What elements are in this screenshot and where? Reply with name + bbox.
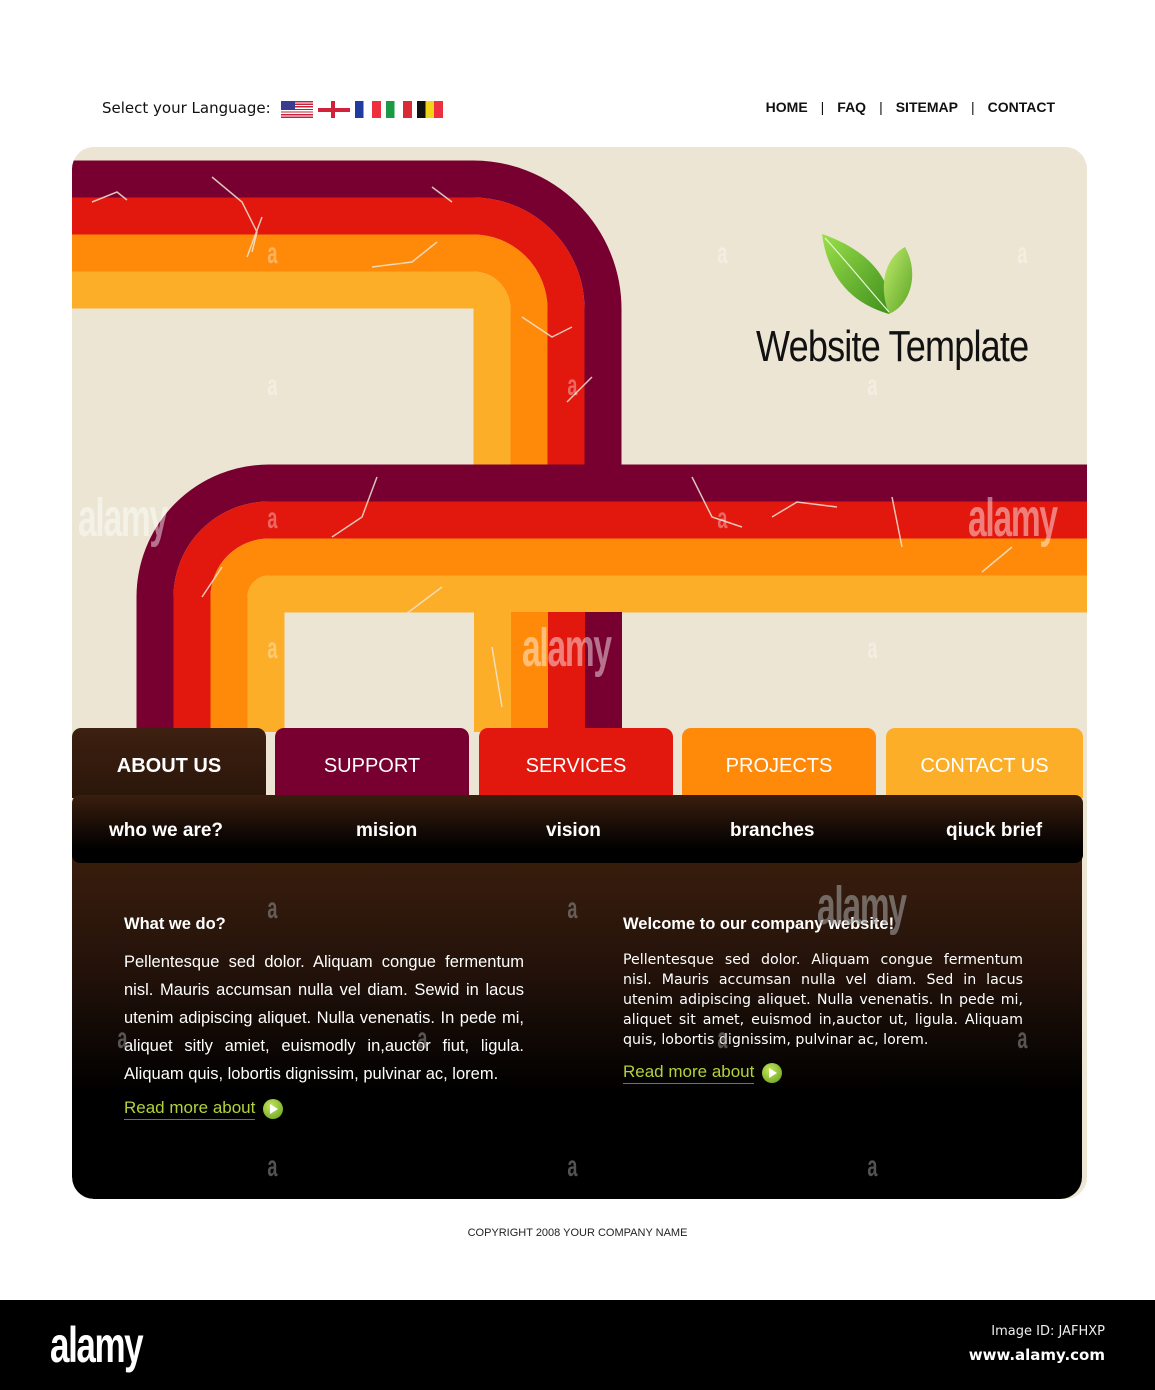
copyright-text: COPYRIGHT 2008 YOUR COMPANY NAME (467, 1227, 688, 1239)
retro-stripes-artwork (72, 160, 1087, 732)
main-panel: Website Template ABOUT US SUPPORT SERVIC… (72, 147, 1087, 1199)
tab-services[interactable]: SERVICES (479, 728, 673, 798)
top-navigation: HOME | FAQ | SITEMAP | CONTACT (766, 99, 1055, 115)
belgium-flag-icon[interactable] (417, 101, 443, 118)
read-more-link[interactable]: Read more about (623, 1062, 783, 1084)
nav-separator: | (970, 99, 975, 115)
subnav-vision[interactable]: vision (546, 820, 601, 842)
subnav-branches[interactable]: branches (730, 820, 814, 842)
us-flag-icon[interactable] (281, 101, 313, 118)
nav-sitemap-link[interactable]: SITEMAP (896, 99, 958, 115)
france-flag-icon[interactable] (355, 101, 381, 118)
read-more-link[interactable]: Read more about (124, 1098, 284, 1120)
subnav-mision[interactable]: mision (356, 820, 417, 842)
read-more-label[interactable]: Read more about (623, 1062, 755, 1084)
nav-home-link[interactable]: HOME (766, 99, 808, 115)
nav-separator: | (820, 99, 825, 115)
section-body: Pellentesque sed dolor. Aliquam congue f… (124, 953, 524, 1083)
tab-projects[interactable]: PROJECTS (682, 728, 876, 798)
welcome-section: Welcome to our company website! Pellente… (623, 915, 1023, 1084)
sub-navigation: who we are? mision vision branches qiuck… (72, 795, 1083, 863)
play-arrow-icon[interactable] (263, 1099, 284, 1119)
image-id-text: Image ID: JAFHXP (991, 1324, 1105, 1339)
england-flag-icon[interactable] (318, 101, 350, 118)
language-flags (281, 101, 443, 118)
nav-separator: | (879, 99, 883, 115)
leaf-icon (822, 234, 913, 314)
nav-contact-link[interactable]: CONTACT (988, 99, 1055, 115)
subnav-who-we-are[interactable]: who we are? (109, 820, 223, 842)
site-title: Website Template (756, 322, 1029, 371)
content-area: What we do? Pellentesque sed dolor. Aliq… (72, 847, 1082, 1199)
play-arrow-icon[interactable] (762, 1063, 783, 1083)
nav-faq-link[interactable]: FAQ (837, 99, 866, 115)
stock-footer-bar: alamy Image ID: JAFHXP www.alamy.com (0, 1300, 1155, 1390)
tab-about-us[interactable]: ABOUT US (72, 728, 266, 798)
language-label: Select your Language: (102, 99, 271, 117)
what-we-do-section: What we do? Pellentesque sed dolor. Aliq… (124, 915, 524, 1120)
upper-stripe-arc (72, 160, 622, 465)
main-tabs: ABOUT US SUPPORT SERVICES PROJECTS CONTA… (72, 728, 1087, 798)
section-heading: What we do? (124, 915, 226, 933)
italy-flag-icon[interactable] (386, 101, 412, 118)
tab-contact-us[interactable]: CONTACT US (886, 728, 1083, 798)
stock-logo: alamy (50, 1317, 144, 1373)
stock-url-text: www.alamy.com (968, 1346, 1105, 1364)
read-more-label[interactable]: Read more about (124, 1098, 256, 1120)
section-heading: Welcome to our company website! (623, 915, 895, 933)
section-body: Pellentesque sed dolor. Aliquam congue f… (623, 952, 1023, 1048)
subnav-quick-brief[interactable]: qiuck brief (946, 820, 1042, 842)
tab-support[interactable]: SUPPORT (275, 728, 469, 798)
